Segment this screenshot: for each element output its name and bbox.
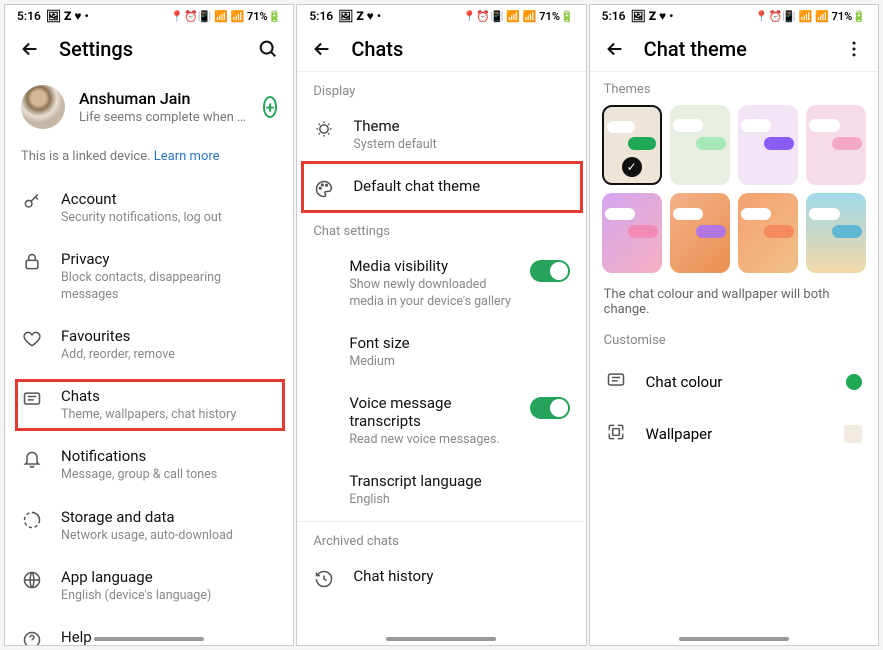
section-archived: Archived chats	[297, 522, 585, 555]
bell-icon	[21, 449, 43, 469]
theme-icon	[313, 119, 335, 139]
back-icon[interactable]	[19, 38, 41, 60]
item-help[interactable]: Help	[5, 616, 293, 646]
profile-row[interactable]: Anshuman Jain Life seems complete when y…	[5, 71, 293, 143]
item-storage[interactable]: Storage and dataNetwork usage, auto-down…	[5, 496, 293, 556]
voice-toggle[interactable]	[530, 397, 570, 419]
nav-handle	[94, 637, 204, 641]
item-account[interactable]: AccountSecurity notifications, log out	[5, 178, 293, 238]
status-bar: 5:16 🖼 Z ♥ • 📍⏰📳 📶 📶 71%🔋	[5, 5, 293, 27]
theme-option-2[interactable]	[738, 105, 798, 185]
item-chat-colour[interactable]: Chat colour	[590, 356, 878, 408]
profile-status: Life seems complete when you'r...	[79, 110, 249, 125]
section-display: Display	[297, 72, 585, 105]
lock-icon	[21, 252, 43, 272]
more-icon[interactable]	[844, 39, 864, 59]
item-favourites[interactable]: FavouritesAdd, reorder, remove	[5, 315, 293, 375]
item-chat-history[interactable]: Chat history	[297, 555, 585, 601]
history-icon	[313, 569, 335, 589]
wallpaper-swatch	[844, 425, 862, 443]
item-theme[interactable]: ThemeSystem default	[297, 105, 585, 165]
theme-option-6[interactable]	[738, 193, 798, 273]
status-time: 5:16	[17, 9, 41, 23]
item-wallpaper[interactable]: Wallpaper	[590, 408, 878, 460]
heart-icon	[21, 329, 43, 349]
theme-option-0[interactable]: ✓	[602, 105, 662, 185]
status-bar: 5:16 🖼 Z ♥ • 📍⏰📳 📶 📶 71%🔋	[297, 5, 585, 27]
theme-option-4[interactable]	[602, 193, 662, 273]
back-icon[interactable]	[604, 38, 626, 60]
item-transcript-language[interactable]: Transcript languageEnglish	[297, 460, 585, 520]
page-title: Chats	[351, 37, 571, 61]
help-icon	[21, 630, 43, 646]
check-icon: ✓	[622, 157, 642, 177]
avatar	[21, 85, 65, 129]
search-icon[interactable]	[257, 38, 279, 60]
header: Chats	[297, 27, 585, 71]
item-privacy[interactable]: PrivacyBlock contacts, disappearing mess…	[5, 238, 293, 315]
theme-option-3[interactable]	[806, 105, 866, 185]
chat-colour-icon	[606, 370, 628, 394]
add-account-icon[interactable]: +	[263, 96, 277, 118]
status-icons-left: 🖼 Z ♥ •	[43, 9, 89, 23]
item-font-size[interactable]: Font sizeMedium	[297, 322, 585, 382]
section-chat-settings: Chat settings	[297, 212, 585, 245]
customise-label: Customise	[590, 325, 878, 356]
themes-grid: ✓	[590, 105, 878, 273]
item-voice-transcripts[interactable]: Voice message transcriptsRead new voice …	[297, 382, 585, 460]
storage-icon	[21, 510, 43, 530]
status-icons-right: 📍⏰📳 📶 📶 71%🔋	[170, 10, 281, 23]
item-notifications[interactable]: NotificationsMessage, group & call tones	[5, 435, 293, 495]
theme-option-1[interactable]	[670, 105, 730, 185]
settings-panel: 5:16 🖼 Z ♥ • 📍⏰📳 📶 📶 71%🔋 Settings Anshu…	[4, 4, 294, 646]
learn-more-link[interactable]: Learn more	[154, 149, 220, 164]
key-icon	[21, 192, 43, 212]
theme-option-5[interactable]	[670, 193, 730, 273]
item-media-visibility[interactable]: Media visibilityShow newly downloaded me…	[297, 245, 585, 322]
status-bar: 5:16 🖼 Z ♥ • 📍⏰📳 📶 📶 71%🔋	[590, 5, 878, 27]
highlight-chats	[15, 379, 285, 431]
themes-label: Themes	[590, 72, 878, 105]
page-title: Chat theme	[644, 37, 826, 61]
theme-option-7[interactable]	[806, 193, 866, 273]
header: Settings	[5, 27, 293, 71]
wallpaper-icon	[606, 422, 628, 446]
nav-handle	[679, 637, 789, 641]
linked-device-note: This is a linked device. Learn more	[5, 143, 293, 178]
profile-name: Anshuman Jain	[79, 89, 249, 108]
page-title: Settings	[59, 37, 239, 61]
highlight-default-theme	[301, 161, 583, 213]
nav-handle	[386, 637, 496, 641]
back-icon[interactable]	[311, 38, 333, 60]
colour-swatch	[846, 374, 862, 390]
header: Chat theme	[590, 27, 878, 71]
chat-theme-panel: 5:16 🖼 Z ♥ • 📍⏰📳 📶 📶 71%🔋 Chat theme The…	[589, 4, 879, 646]
globe-icon	[21, 570, 43, 590]
media-toggle[interactable]	[530, 260, 570, 282]
theme-note: The chat colour and wallpaper will both …	[590, 273, 878, 325]
chats-panel: 5:16 🖼 Z ♥ • 📍⏰📳 📶 📶 71%🔋 Chats Display …	[296, 4, 586, 646]
item-language[interactable]: App languageEnglish (device's language)	[5, 556, 293, 616]
